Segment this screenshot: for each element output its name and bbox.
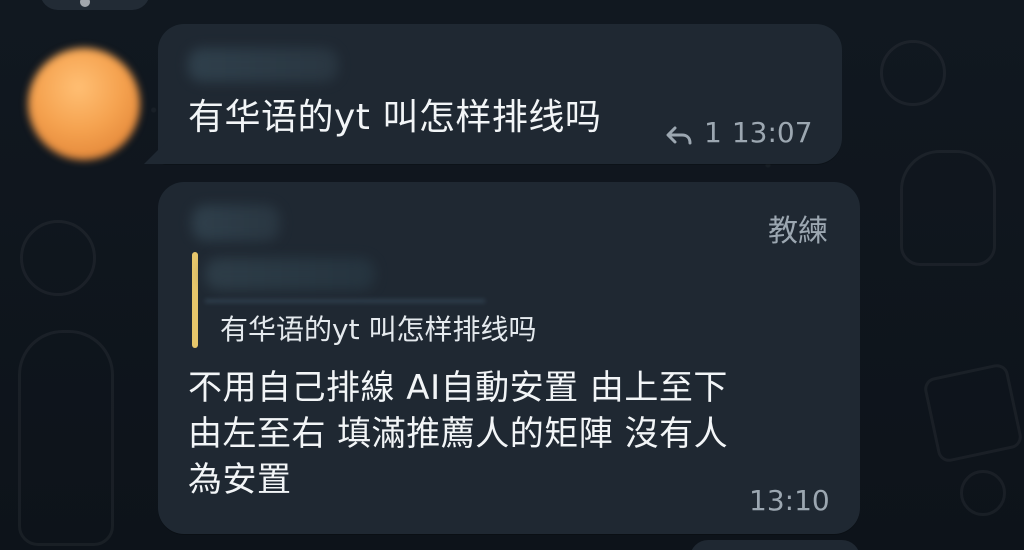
message-time-1: 13:07 [731,116,813,149]
background-doodle [20,220,96,296]
quoted-message-text[interactable]: 有华语的yt 叫怎样排线吗 [220,313,536,347]
message-text-2: 不用自己排線 AI自動安置 由上至下 由左至右 填滿推薦人的矩陣 沒有人 為安置 [188,365,838,503]
background-doodle [960,470,1006,516]
next-message-bubble [690,540,860,550]
message-line: 不用自己排線 AI自動安置 由上至下 [188,368,728,408]
avatar[interactable] [28,48,140,160]
admin-label: 教練 [768,214,828,249]
reply-icon[interactable] [664,121,694,145]
chat-background: 有华语的yt 叫怎样排线吗 1 13:07 教練 有华语的yt 叫怎样排线吗 不… [0,0,1024,550]
background-doodle [880,40,946,106]
background-doodle [921,361,1024,465]
previous-message-bubble [40,0,150,10]
message-time-2: 13:10 [749,484,830,517]
message-text-1: 有华语的yt 叫怎样排线吗 [188,97,602,138]
background-doodle [18,330,114,546]
message-line: 為安置 [188,460,292,500]
quote-accent-bar [192,252,198,348]
message-line: 由左至右 填滿推薦人的矩陣 沒有人 [188,414,729,454]
background-doodle [900,150,996,266]
quoted-sender-blurred [205,258,375,290]
sender-name-blurred [192,205,280,241]
quote-divider [205,299,485,303]
message-meta-1: 1 13:07 [664,116,813,149]
reply-count[interactable]: 1 [704,116,722,149]
sender-name-blurred [188,48,338,82]
